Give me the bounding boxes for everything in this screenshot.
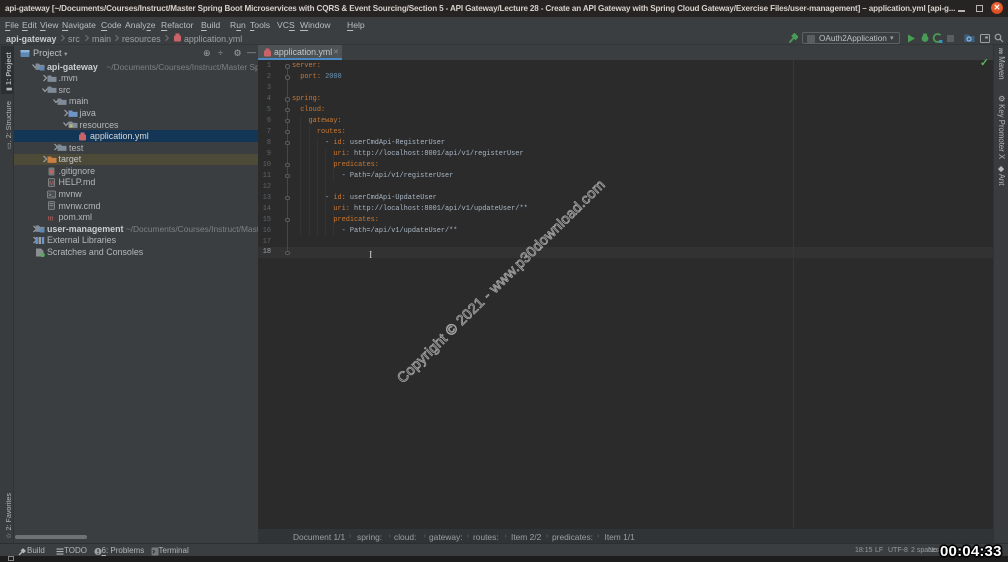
svg-text:M: M bbox=[49, 181, 54, 187]
svg-text:>_: >_ bbox=[48, 192, 55, 198]
svg-text:m: m bbox=[47, 213, 53, 222]
